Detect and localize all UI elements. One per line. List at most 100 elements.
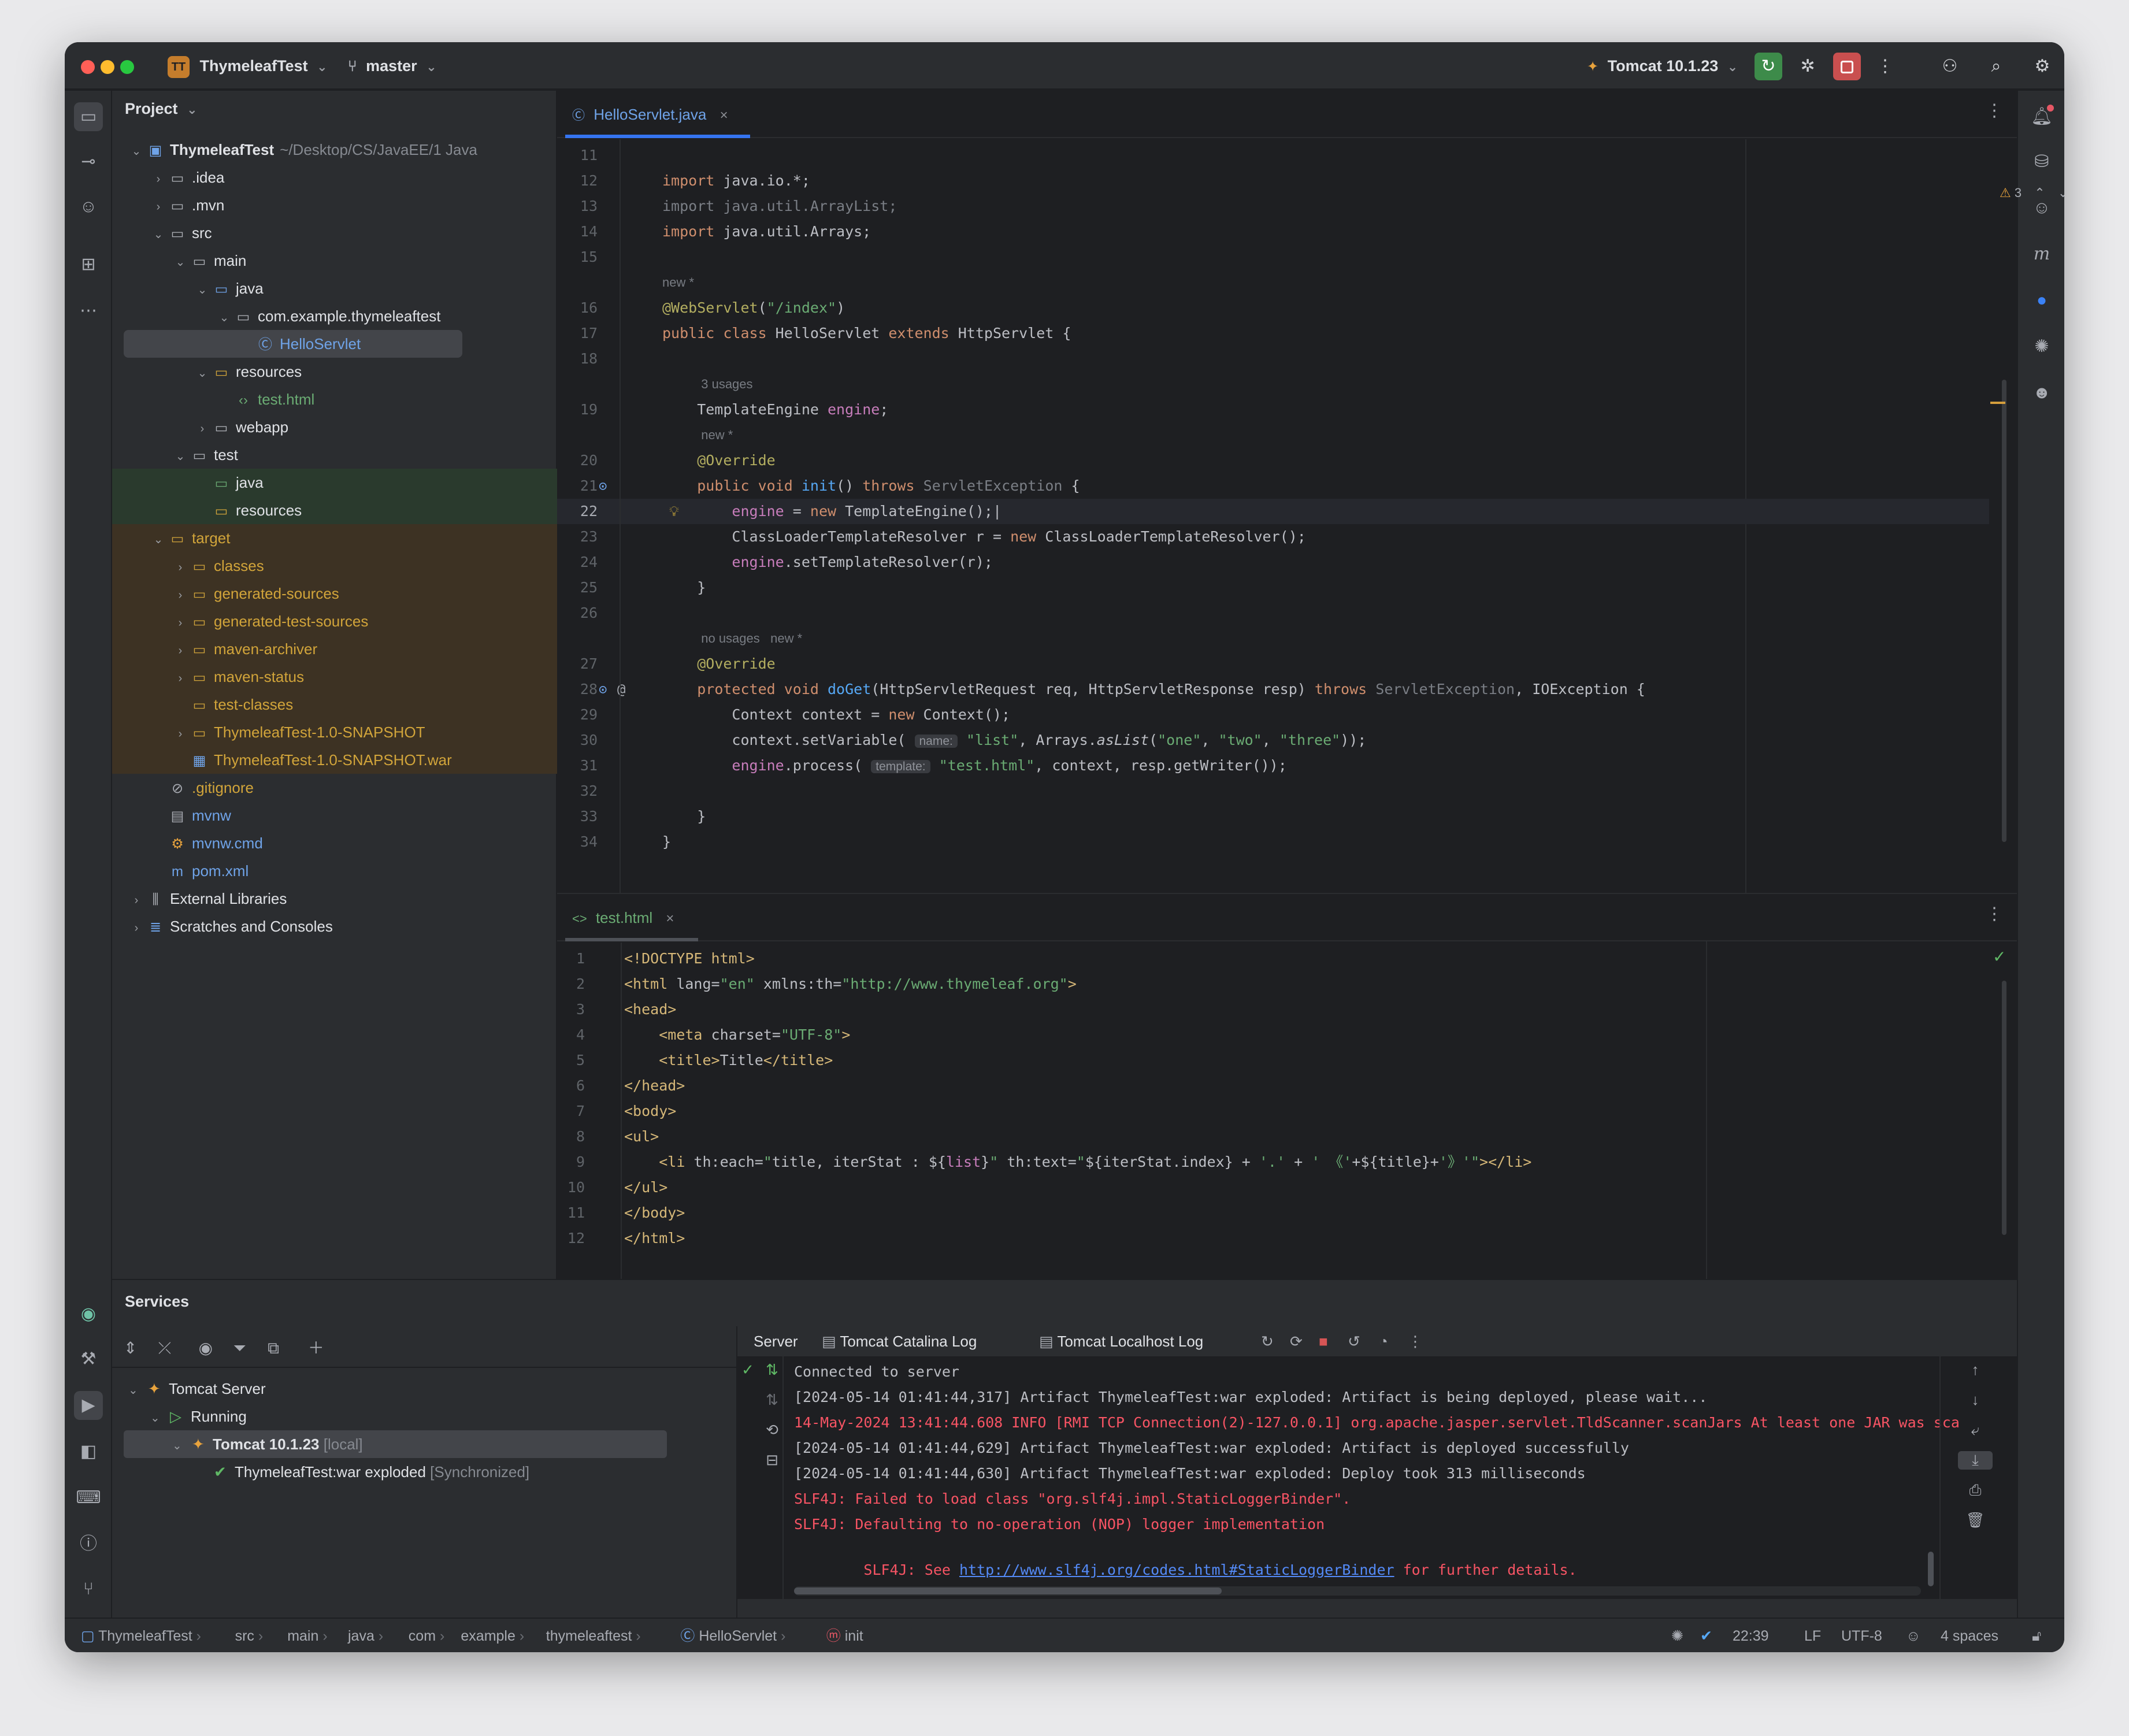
tree-item[interactable]: ⌄ ▭ main (112, 247, 557, 275)
tree-item[interactable]: › ▭ generated-sources (112, 580, 557, 607)
tree-item[interactable]: › ▭ .idea (112, 164, 557, 191)
search-icon[interactable]: ⌕ (1982, 53, 2010, 80)
tree-item[interactable]: ⌄ ▭ test (112, 441, 557, 469)
chatgpt-icon[interactable]: ✺ (2027, 332, 2056, 361)
editor2-scroll-thumb[interactable] (2002, 981, 2006, 1235)
scroll-up-icon[interactable]: ↑ (1958, 1361, 1993, 1379)
tree-item[interactable]: ▦ ThymeleafTest-1.0-SNAPSHOT.war (112, 746, 557, 774)
problems-icon[interactable]: ⓘ (74, 1530, 103, 1559)
filter-icon[interactable]: ⏷ (233, 1339, 263, 1358)
print-icon[interactable]: ⎙ (1958, 1481, 1993, 1500)
console-horizontal-scrollbar[interactable] (794, 1587, 1222, 1594)
console-output[interactable]: ✓ ⇅ ⇅ ⟲ ⊟ Connected to server [2024-05-14… (736, 1356, 2017, 1599)
close-tab-icon[interactable]: × (666, 911, 674, 926)
breadcrumb-item[interactable]: Ⓒ HelloServlet › (680, 1619, 785, 1652)
service-tree-item[interactable]: ⌄ ✦ Tomcat 10.1.23 [local] (124, 1430, 667, 1458)
tree-item[interactable]: m pom.xml (112, 857, 557, 885)
code-with-me-icon[interactable]: ⚇ (1936, 53, 1964, 80)
chevron-down-icon[interactable]: ⌄ (172, 443, 188, 470)
chevron-right-icon[interactable]: › (150, 165, 166, 193)
undeploy-icon[interactable]: ⇅ (761, 1391, 784, 1409)
settings-gear-icon[interactable]: ⚙ (2028, 53, 2056, 80)
override-gutter-icon[interactable]: ⊙ (599, 473, 607, 499)
tree-item[interactable]: › ▭ ThymeleafTest-1.0-SNAPSHOT (112, 718, 557, 746)
tree-item[interactable]: › ▭ classes (112, 552, 557, 580)
close-window-button[interactable] (81, 60, 95, 74)
project-switcher[interactable]: TT ThymeleafTest ⌄ (168, 42, 328, 90)
project-folder-icon[interactable]: ▭ (74, 102, 103, 131)
tree-item[interactable]: ‹› test.html (112, 385, 557, 413)
branch-switcher[interactable]: ⑂ master ⌄ (348, 42, 437, 90)
tree-item[interactable]: ⌄ ▭ target (112, 524, 557, 552)
stop-server-icon[interactable]: ■ (1319, 1326, 1328, 1356)
tree-item[interactable]: › ▭ maven-status (112, 663, 557, 691)
more-actions-icon[interactable]: ⋮ (1871, 53, 1899, 80)
chevron-right-icon[interactable]: › (172, 637, 188, 665)
tree-item[interactable]: ▭ resources (112, 496, 557, 524)
code-vision-hint[interactable]: no usages new * (662, 626, 802, 651)
ai-assistant-icon[interactable]: ● (2027, 286, 2056, 315)
tree-item[interactable]: ⌄ ▭ com.example.thymeleaftest (112, 302, 557, 330)
sync-icon[interactable]: ⟲ (761, 1421, 784, 1439)
slf4j-link[interactable]: http://www.slf4j.org/codes.html#StaticLo… (959, 1561, 1394, 1578)
breadcrumb-item[interactable]: src › (235, 1619, 264, 1652)
tree-item[interactable]: ▤ mvnw (112, 802, 557, 829)
line-separator[interactable]: LF (1804, 1619, 1821, 1652)
chevron-right-icon[interactable]: › (172, 609, 188, 637)
tree-item[interactable]: ⊘ .gitignore (112, 774, 557, 802)
editor1-scroll-thumb[interactable] (2002, 380, 2006, 842)
service-tree-item[interactable]: ⌄ ▷ Running (124, 1403, 667, 1430)
chevron-down-icon[interactable]: ⌄ (2058, 186, 2064, 200)
close-tab-icon[interactable]: × (720, 107, 728, 123)
git-icon[interactable]: ⑂ (74, 1575, 103, 1604)
run-configuration-selector[interactable]: ✦ Tomcat 10.1.23 ⌄ (1587, 42, 1738, 90)
code-vision-hint[interactable]: 3 usages (662, 372, 752, 397)
editor-options-icon[interactable]: ⋮ (1986, 101, 2003, 121)
maven-services-icon[interactable]: ◉ (74, 1300, 103, 1329)
tab-test-html[interactable]: <> test.html × (572, 894, 674, 941)
chevron-down-icon[interactable]: ⌄ (150, 526, 166, 554)
services-icon[interactable]: ▶ (74, 1391, 103, 1420)
tree-item[interactable]: ⌄ ▭ src (112, 219, 557, 247)
chevron-down-icon[interactable]: ⌄ (194, 359, 210, 387)
more-tools-icon[interactable]: ⋯ (74, 296, 103, 325)
scroll-to-end-icon[interactable]: ⤓ (1958, 1451, 1993, 1470)
mapping-gutter-icon[interactable]: @ (617, 677, 625, 702)
chevron-right-icon[interactable]: › (172, 581, 188, 609)
tree-item[interactable]: ⚙ mvnw.cmd (112, 829, 557, 857)
chevron-down-icon[interactable]: ⌄ (150, 221, 166, 248)
eye-icon[interactable]: ◉ (199, 1338, 229, 1357)
maven-m-icon[interactable]: m (2027, 240, 2056, 269)
tree-item[interactable]: › ⫼ External Libraries (112, 885, 557, 912)
new-tab-icon[interactable]: ⧉ (268, 1339, 303, 1358)
chevron-down-icon[interactable]: ⌄ (216, 304, 232, 332)
chevron-right-icon[interactable]: › (128, 914, 144, 942)
lock-icon[interactable]: 🔓︎ (2032, 1619, 2041, 1652)
restart-icon[interactable]: ↺ (1348, 1326, 1360, 1356)
dump-icon[interactable]: ⊟ (761, 1451, 784, 1469)
tree-item[interactable]: ⌄ ▭ resources (112, 358, 557, 385)
chevron-right-icon[interactable]: › (194, 415, 210, 443)
stop-button[interactable] (1833, 53, 1861, 80)
file-encoding[interactable]: UTF-8 (1841, 1619, 1882, 1652)
chevron-down-icon[interactable]: ⌄ (128, 1377, 148, 1404)
tree-item[interactable]: › ▭ generated-test-sources (112, 607, 557, 635)
breadcrumb-item[interactable]: java › (348, 1619, 383, 1652)
structure-icon[interactable]: ⊞ (74, 250, 103, 279)
add-service-icon[interactable]: ＋ (308, 1336, 338, 1359)
maximize-window-button[interactable] (120, 60, 134, 74)
chevron-right-icon[interactable]: › (172, 554, 188, 581)
chevron-down-icon[interactable]: ⌄ (150, 1404, 170, 1432)
service-tree-item[interactable]: ⌄ ✦ Tomcat Server (124, 1375, 667, 1403)
breadcrumb-item[interactable]: ▢ ThymeleafTest › (81, 1619, 201, 1652)
rerun-button[interactable]: ↻ (1755, 53, 1782, 80)
tab-server[interactable]: Server (754, 1326, 798, 1356)
breadcrumb-item[interactable]: example › (461, 1619, 524, 1652)
tree-item[interactable]: ⌄ ▭ java (112, 275, 557, 302)
tree-item[interactable]: ▭ java (112, 469, 557, 496)
terminal-icon[interactable]: ⌨ (74, 1483, 103, 1512)
build-hammer-icon[interactable]: ⚒ (74, 1345, 103, 1374)
tree-item[interactable]: ▭ test-classes (112, 691, 557, 718)
tree-item[interactable]: › ▭ webapp (112, 413, 557, 441)
chevron-down-icon[interactable]: ⌄ (128, 138, 144, 165)
